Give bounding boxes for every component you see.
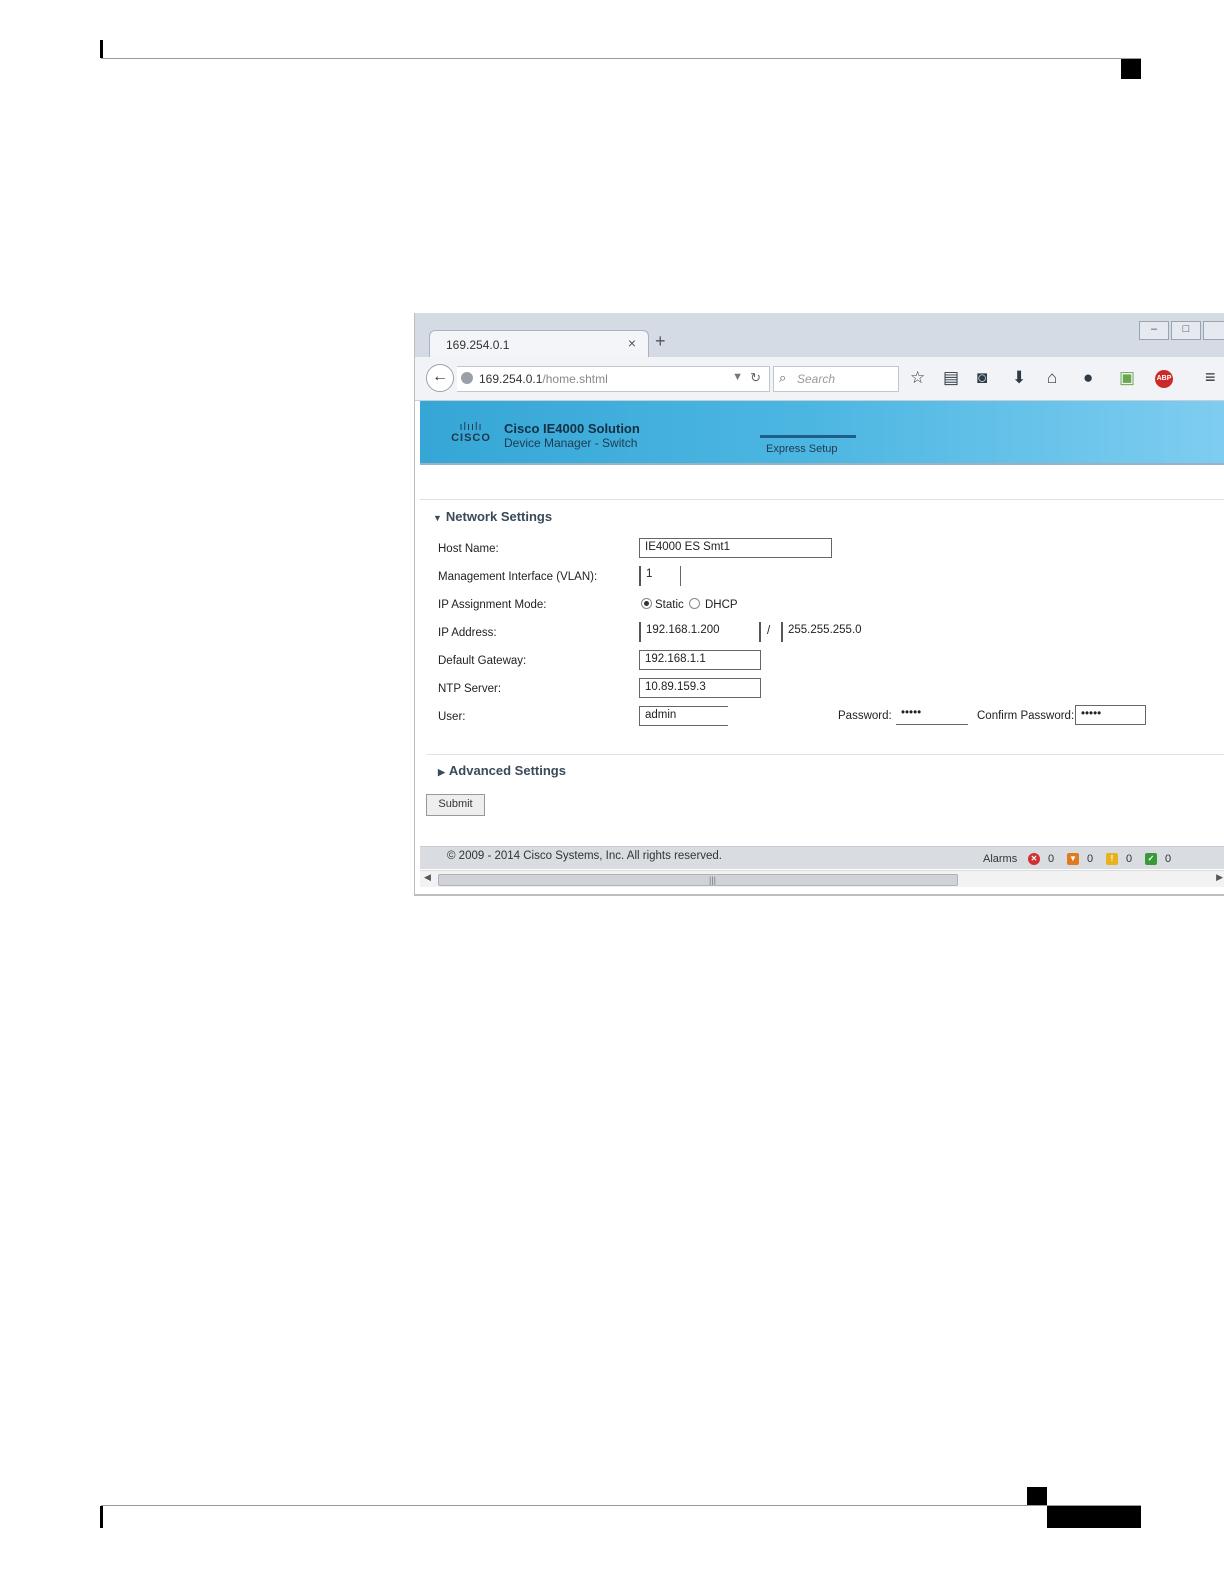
footer-tick: [100, 1506, 103, 1528]
header-rule: [101, 58, 1141, 59]
new-tab-icon[interactable]: +: [655, 331, 666, 352]
search-placeholder: Search: [797, 372, 836, 386]
static-radio[interactable]: [641, 598, 652, 609]
status-footer: © 2009 - 2014 Cisco Systems, Inc. All ri…: [420, 846, 1224, 869]
url-text: 169.254.0.1/home.shtml: [479, 372, 608, 386]
app-banner: ılıılı CISCO Cisco IE4000 Solution Devic…: [420, 401, 1224, 465]
ip-address-input[interactable]: 192.168.1.200: [639, 622, 761, 642]
footer-rule: [101, 1505, 1141, 1506]
minor-alarm-icon: !: [1106, 853, 1118, 865]
tab-express-setup[interactable]: Express Setup: [766, 443, 838, 455]
user-input[interactable]: admin: [639, 706, 728, 726]
host-name-label: Host Name:: [438, 543, 499, 555]
copyright-text: © 2009 - 2014 Cisco Systems, Inc. All ri…: [447, 850, 723, 862]
password-input[interactable]: •••••: [896, 705, 968, 725]
confirm-password-label: Confirm Password:: [977, 710, 1075, 722]
horizontal-scrollbar[interactable]: ◀ ||| ▶: [420, 870, 1224, 887]
collapse-triangle-icon: ▼: [433, 513, 442, 523]
expand-triangle-icon: ▶: [438, 767, 445, 777]
globe-icon: [461, 372, 473, 384]
browser-tab[interactable]: 169.254.0.1 ×: [429, 330, 649, 358]
cisco-logo: ılıılı CISCO: [451, 421, 491, 445]
browser-window: 169.254.0.1 × + – □ ← 169.254.0.1/home.s…: [414, 313, 1224, 896]
header-corner-mark: [1121, 59, 1141, 79]
dhcp-radio[interactable]: [689, 598, 700, 609]
header-tick: [100, 40, 103, 58]
alarms-label: Alarms: [983, 853, 1018, 865]
static-radio-label: Static: [655, 599, 684, 611]
search-icon: ⌕: [779, 370, 787, 385]
default-gateway-input[interactable]: 192.168.1.1: [639, 650, 761, 670]
reload-icon[interactable]: ↻: [750, 370, 761, 386]
host-name-input[interactable]: IE4000 ES Smt1: [639, 538, 832, 558]
password-label: Password:: [838, 710, 892, 722]
ip-mode-label: IP Assignment Mode:: [438, 599, 547, 611]
info-alarm-count: 0: [1165, 853, 1172, 865]
toolbar-spacer: [420, 465, 1224, 500]
info-alarm-icon: ✓: [1145, 853, 1157, 865]
close-window-button[interactable]: [1203, 321, 1224, 340]
pocket-icon[interactable]: ◙: [977, 368, 987, 388]
menu-icon[interactable]: ≡: [1205, 367, 1216, 388]
ntp-server-input[interactable]: 10.89.159.3: [639, 678, 761, 698]
minimize-button[interactable]: –: [1139, 321, 1169, 340]
footer-small-mark: [1027, 1487, 1047, 1505]
advanced-settings-header[interactable]: ▶ Advanced Settings: [438, 763, 566, 778]
tab-title: 169.254.0.1: [446, 338, 510, 352]
back-arrow-icon[interactable]: ←: [426, 364, 454, 392]
active-tab-indicator: [760, 435, 856, 438]
dhcp-radio-label: DHCP: [705, 599, 738, 611]
chat-icon[interactable]: ●: [1083, 368, 1093, 388]
user-label: User:: [438, 711, 466, 723]
default-gateway-label: Default Gateway:: [438, 655, 527, 667]
mgmt-interface-label: Management Interface (VLAN):: [438, 571, 598, 583]
address-bar[interactable]: 169.254.0.1/home.shtml ▼ ↻: [457, 366, 770, 392]
mgmt-interface-input[interactable]: 1: [639, 566, 681, 586]
ip-address-label: IP Address:: [438, 627, 497, 639]
network-settings-header[interactable]: ▼ Network Settings: [433, 509, 552, 524]
bookmarks-list-icon[interactable]: ▤: [943, 368, 959, 388]
confirm-password-input[interactable]: •••••: [1075, 705, 1146, 725]
adblock-icon[interactable]: ABP: [1155, 370, 1173, 388]
submit-button[interactable]: Submit: [426, 794, 485, 816]
scrollbar-thumb[interactable]: |||: [438, 874, 958, 886]
navigation-bar: ← 169.254.0.1/home.shtml ▼ ↻ ⌕ Search ☆ …: [415, 357, 1224, 401]
ntp-server-label: NTP Server:: [438, 683, 502, 695]
dropdown-arrow-icon[interactable]: ▼: [732, 371, 743, 383]
mask-separator: /: [767, 625, 771, 637]
scroll-grip-icon: |||: [709, 875, 717, 885]
app-subtitle: Device Manager - Switch: [504, 436, 638, 450]
major-alarm-icon: ▼: [1067, 853, 1079, 865]
section-divider: [427, 754, 1224, 755]
critical-alarm-icon: ✕: [1028, 853, 1040, 865]
subnet-mask-input[interactable]: 255.255.255.0: [781, 622, 881, 642]
bookmark-star-icon[interactable]: ☆: [910, 368, 925, 388]
critical-alarm-count: 0: [1048, 853, 1055, 865]
tab-close-icon[interactable]: ×: [628, 335, 636, 351]
major-alarm-count: 0: [1087, 853, 1094, 865]
home-icon[interactable]: ⌂: [1047, 368, 1057, 388]
search-box[interactable]: ⌕ Search: [773, 366, 899, 392]
maximize-button[interactable]: □: [1171, 321, 1201, 340]
app-title: Cisco IE4000 Solution: [504, 421, 640, 436]
extension-icon[interactable]: ▣: [1119, 368, 1135, 388]
scroll-right-icon[interactable]: ▶: [1216, 872, 1223, 883]
title-bar: 169.254.0.1 × + – □: [415, 313, 1224, 358]
footer-page-tab: [1047, 1506, 1141, 1528]
download-icon[interactable]: ⬇: [1012, 368, 1026, 388]
scroll-left-icon[interactable]: ◀: [424, 872, 431, 883]
minor-alarm-count: 0: [1126, 853, 1133, 865]
